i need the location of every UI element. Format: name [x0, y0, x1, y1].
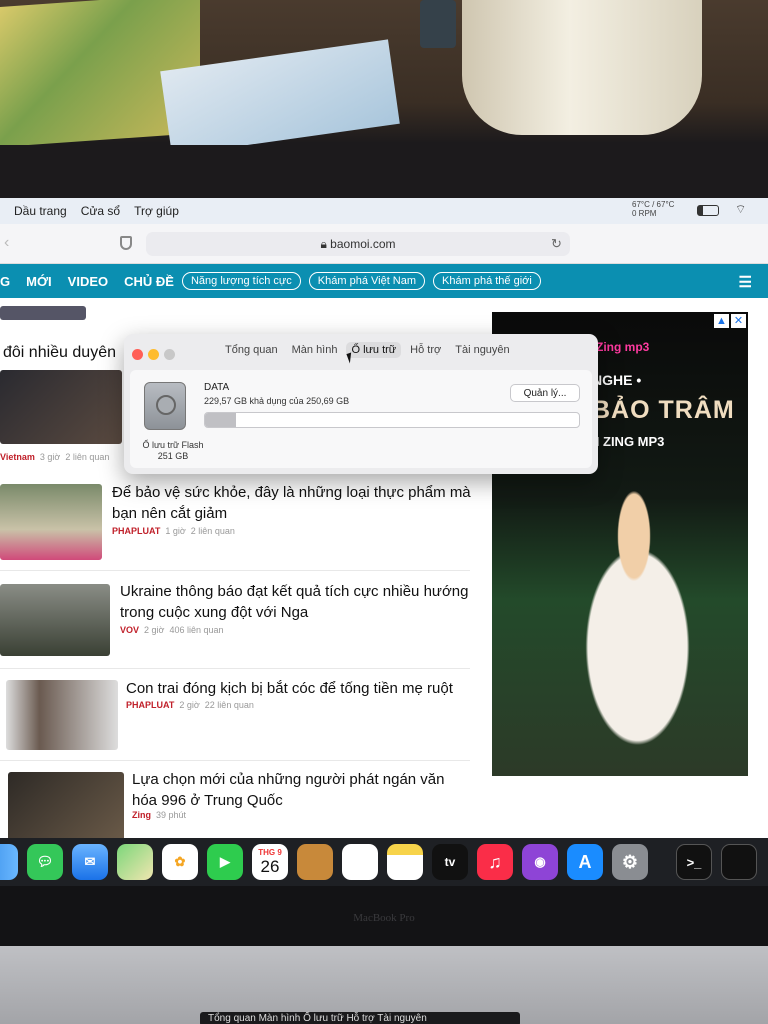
- pill-explore-vietnam[interactable]: Khám phá Việt Nam: [308, 272, 426, 290]
- tab-overview[interactable]: Tổng quan: [220, 342, 283, 358]
- music-icon[interactable]: ♫: [477, 844, 513, 880]
- article-meta: PHAPLUAT 1 giờ 2 liên quan: [112, 526, 235, 536]
- storage-pane: DATA 229,57 GB khả dụng của 250,69 GB Qu…: [130, 370, 592, 468]
- article-thumb[interactable]: [0, 370, 122, 444]
- systemprefs-icon[interactable]: ⚙: [612, 844, 648, 880]
- disk-free: 229,57 GB khả dụng của 250,69 GB: [204, 396, 350, 406]
- divider: [0, 668, 470, 669]
- address-bar-row: ‹ 🔒︎ baomoi.com ↻: [0, 224, 768, 264]
- article-meta: Vietnam 3 giờ 2 liên quan: [0, 452, 110, 462]
- tab-resources[interactable]: Tài nguyên: [450, 342, 514, 358]
- storage-bar[interactable]: [204, 412, 580, 428]
- article-title[interactable]: Con trai đóng kịch bị bắt cóc để tống ti…: [126, 678, 471, 699]
- about-this-mac-window: Tổng quan Màn hình Ổ lưu trữ Hỗ trợ Tài …: [124, 334, 598, 474]
- article-thumb[interactable]: [6, 680, 118, 750]
- fan-readout: 0 RPM: [632, 209, 657, 218]
- article-thumb[interactable]: [8, 772, 124, 842]
- contacts-icon[interactable]: [297, 844, 333, 880]
- menu-help[interactable]: Trợ giúp: [134, 204, 179, 218]
- dock: 💬︎ ✉ ✿ ▶ THG 9 26 tv ♫ ◉ A ⚙ >_: [0, 838, 768, 886]
- site-nav: G MỚI VIDEO CHỦ ĐỀ Năng lượng tích cực K…: [0, 264, 768, 298]
- article-meta: PHAPLUAT 2 giờ 22 liên quan: [126, 700, 254, 710]
- finder-icon[interactable]: [0, 844, 18, 880]
- tab-support[interactable]: Hỗ trợ: [405, 342, 446, 358]
- desk-background: [0, 0, 768, 145]
- nav-video[interactable]: VIDEO: [68, 274, 108, 289]
- appstore-icon[interactable]: A: [567, 844, 603, 880]
- appletv-icon[interactable]: tv: [432, 844, 468, 880]
- laptop-screen: Dầu trang Cửa sổ Trợ giúp 67°C / 67°C 0 …: [0, 198, 768, 888]
- article-title[interactable]: Để bảo vệ sức khỏe, đây là những loại th…: [112, 482, 472, 524]
- window-tabs: Tổng quan Màn hình Ổ lưu trữ Hỗ trợ Tài …: [220, 342, 515, 358]
- article-thumb[interactable]: [0, 584, 110, 656]
- menu-window[interactable]: Cửa sổ: [81, 204, 120, 218]
- pill-positive-energy[interactable]: Năng lượng tích cực: [181, 272, 301, 290]
- battery-icon[interactable]: [697, 205, 719, 216]
- hamburger-icon[interactable]: ☰: [739, 273, 752, 291]
- disk-name: DATA: [204, 382, 230, 393]
- url-field[interactable]: 🔒︎ baomoi.com: [146, 232, 570, 256]
- url-text: baomoi.com: [330, 237, 396, 251]
- drive-icon: [144, 382, 186, 430]
- tab-displays[interactable]: Màn hình: [287, 342, 343, 358]
- maps-icon[interactable]: [117, 844, 153, 880]
- laptop-brand: MacBook Pro: [353, 912, 415, 924]
- photos-icon[interactable]: ✿: [162, 844, 198, 880]
- article-meta: Zing 39 phút: [132, 810, 187, 820]
- zoom-button[interactable]: [164, 349, 175, 360]
- mail-icon[interactable]: ✉: [72, 844, 108, 880]
- ad-artist: BẢO TRÂM: [592, 396, 735, 424]
- divider: [0, 760, 470, 761]
- article-meta: VOV 2 giờ 406 liên quan: [120, 625, 224, 635]
- photo-scene: Dầu trang Cửa sổ Trợ giúp 67°C / 67°C 0 …: [0, 0, 768, 1024]
- mug: [462, 0, 702, 135]
- ad-line1: NGHE •: [592, 372, 642, 388]
- menu-bookmarks[interactable]: Dầu trang: [14, 204, 67, 218]
- calendar-icon[interactable]: THG 9 26: [252, 844, 288, 880]
- tab-storage[interactable]: Ổ lưu trữ: [346, 342, 402, 358]
- bottle: [420, 0, 456, 48]
- shield-icon[interactable]: [120, 236, 132, 250]
- lock-icon: 🔒︎: [320, 237, 331, 251]
- reminders-icon[interactable]: [342, 844, 378, 880]
- nav-topics[interactable]: CHỦ ĐỀ: [124, 274, 174, 289]
- article-title[interactable]: Lựa chọn mới của những người phát ngán v…: [132, 769, 472, 811]
- manage-button[interactable]: Quản lý...: [510, 384, 580, 402]
- article-thumb[interactable]: [0, 484, 102, 560]
- facetime-icon[interactable]: ▶: [207, 844, 243, 880]
- wifi-icon[interactable]: ⌔: [735, 202, 746, 217]
- touch-bar[interactable]: Tổng quan Màn hình Ổ lưu trữ Hỗ trợ Tài …: [200, 1012, 520, 1024]
- reload-icon[interactable]: ↻: [551, 236, 562, 252]
- ad-brand: Zing mp3: [596, 340, 650, 354]
- ad-line3: N ZING MP3: [590, 434, 665, 449]
- divider: [0, 570, 470, 571]
- temp-readout: 67°C / 67°C: [632, 200, 675, 209]
- terminal2-icon[interactable]: [721, 844, 757, 880]
- back-icon[interactable]: ‹: [4, 234, 9, 252]
- notes-icon[interactable]: [387, 844, 423, 880]
- terminal-icon[interactable]: >_: [676, 844, 712, 880]
- nav-partial[interactable]: G: [0, 274, 10, 289]
- minimize-button[interactable]: [148, 349, 159, 360]
- messages-icon[interactable]: 💬︎: [27, 844, 63, 880]
- section-heading[interactable]: đôi nhiều duyên: [3, 344, 116, 362]
- article-thumb[interactable]: [0, 306, 86, 320]
- disk-type: Ổ lưu trữ Flash 251 GB: [142, 440, 204, 461]
- menu-bar: Dầu trang Cửa sổ Trợ giúp 67°C / 67°C 0 …: [0, 198, 768, 224]
- article-title[interactable]: Ukraine thông báo đạt kết quả tích cực n…: [120, 581, 470, 623]
- pill-explore-world[interactable]: Khám phá thế giới: [433, 272, 541, 290]
- nav-new[interactable]: MỚI: [26, 274, 52, 289]
- podcasts-icon[interactable]: ◉: [522, 844, 558, 880]
- temperature-status[interactable]: 67°C / 67°C 0 RPM: [632, 200, 674, 218]
- ad-photo: [550, 482, 725, 776]
- storage-used: [205, 413, 237, 427]
- ad-controls: ▲ ✕: [714, 314, 746, 328]
- ad-close-icon[interactable]: ✕: [731, 314, 746, 328]
- adchoices-icon[interactable]: ▲: [714, 314, 729, 328]
- close-button[interactable]: [132, 349, 143, 360]
